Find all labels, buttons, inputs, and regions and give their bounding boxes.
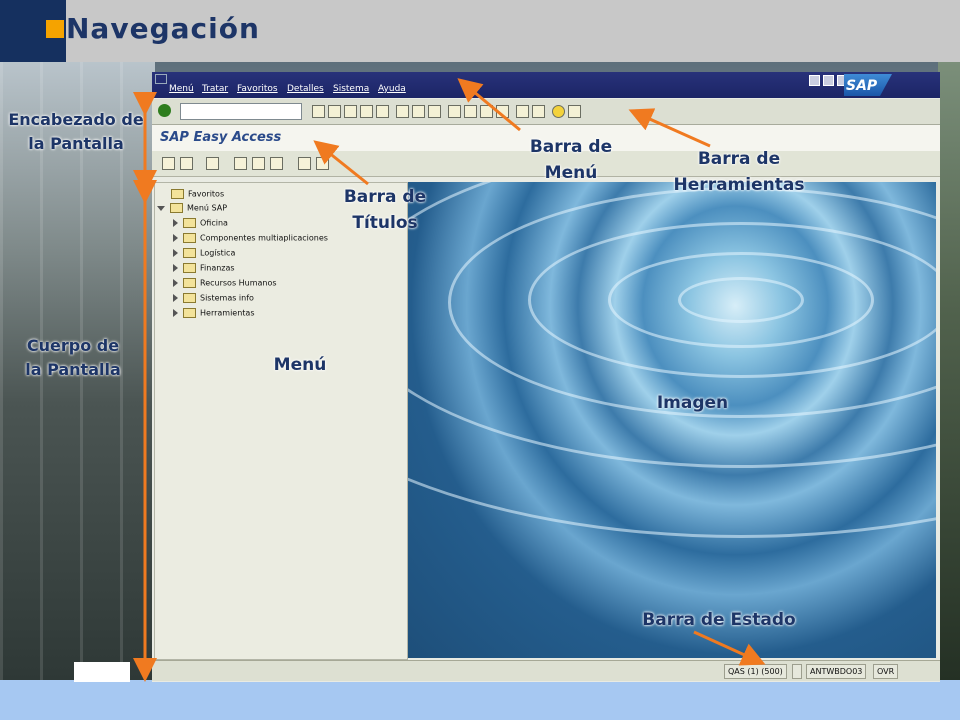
arrow-menu-bar: [457, 78, 521, 132]
annotation-arrows: [133, 78, 766, 682]
arrow-title-bar: [313, 140, 369, 186]
arrow-status-bar: [693, 630, 766, 666]
arrow-toolbar: [628, 108, 711, 148]
